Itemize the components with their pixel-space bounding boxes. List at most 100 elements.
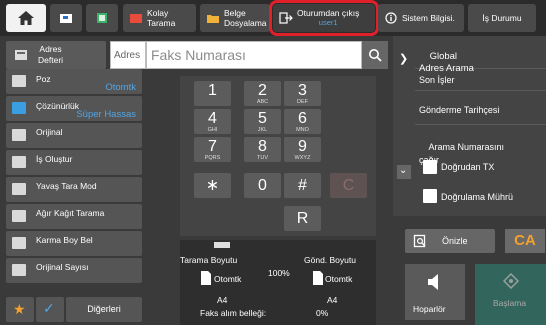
key-clear-label: C [342, 177, 355, 194]
search-button[interactable] [362, 41, 388, 69]
key-5[interactable]: 5 JKL [244, 109, 281, 134]
fax-number-input[interactable]: Faks Numarası [146, 41, 362, 69]
key-4-label: 4 [208, 110, 217, 127]
logout-label: Oturumdan çıkış [297, 8, 360, 18]
key-7-letters: PQRS [204, 155, 221, 161]
orijinal-label: Orijinal [36, 127, 63, 137]
key-7-label: 7 [208, 138, 217, 155]
is-durumu-button[interactable]: İş Durumu [468, 4, 536, 32]
star-icon: ★ [13, 301, 26, 317]
poz-button[interactable]: Poz Otomtk [6, 69, 142, 94]
gonderme-tarihcesi-label: Gönderme Tarihçesi [419, 105, 500, 115]
digerleri-label: Diğerleri [87, 304, 121, 314]
key-7[interactable]: 7 PQRS [194, 137, 231, 162]
info-icon [385, 12, 397, 24]
scan-mode-button[interactable] [86, 4, 118, 32]
home-button[interactable] [6, 4, 46, 32]
dogrulama-muhru-checkbox[interactable] [423, 189, 437, 203]
key-hash-label: # [298, 177, 307, 194]
adres-defteri-label: Adres Defteri [38, 44, 64, 65]
key-star-label: ∗ [205, 177, 220, 194]
dogrudan-tx-checkbox[interactable] [423, 160, 437, 174]
home-icon [18, 11, 34, 25]
logout-button[interactable]: Oturumdan çıkış user1 [269, 0, 379, 36]
karma-boy-button[interactable]: Karma Boy Bel [6, 231, 142, 256]
address-book-icon [15, 50, 27, 60]
key-8[interactable]: 8 TUV [244, 137, 281, 162]
favorites-button[interactable]: ★ [6, 297, 34, 322]
is-olustur-button[interactable]: İş Oluştur [6, 150, 142, 175]
orijinal-sayisi-icon [12, 264, 26, 276]
key-9[interactable]: 9 WXYZ [284, 137, 321, 162]
global-adres-arama[interactable]: Global Adres Arama [415, 36, 546, 74]
dogrudan-tx-label: Doğrudan TX [441, 162, 495, 172]
arama-numarasi-cagir[interactable]: Arama Numarasını çağır [415, 125, 546, 165]
son-isler[interactable]: Son İşler [415, 69, 546, 91]
gond-boyutu-label: Gönd. Boyutu [304, 255, 356, 265]
key-9-label: 9 [298, 138, 307, 155]
right-panel: ❯ Global Adres Arama Son İşler Gönderme … [393, 36, 546, 216]
key-4[interactable]: 4 GHI [194, 109, 231, 134]
key-3-letters: DEF [297, 99, 308, 105]
folder-icon [207, 15, 219, 23]
poz-value: Otomtk [105, 82, 136, 93]
hoparlor-button[interactable]: Hoparlör [405, 264, 465, 320]
adres-defteri-button[interactable]: Adres Defteri [6, 41, 106, 69]
page-icon [313, 271, 323, 285]
poz-icon [12, 75, 26, 87]
yavas-tara-icon [12, 183, 26, 195]
belge-dosyalama-button[interactable]: Belge Dosyalama [200, 4, 270, 32]
karma-boy-label: Karma Boy Bel [36, 235, 93, 245]
fax-icon [60, 14, 72, 23]
orijinal-button[interactable]: Orijinal [6, 123, 142, 148]
digerleri-button[interactable]: Diğerleri [66, 297, 142, 322]
poz-label: Poz [36, 74, 51, 84]
check-button[interactable]: ✓ [36, 297, 64, 322]
logout-icon [279, 12, 293, 24]
key-6[interactable]: 6 MNO [284, 109, 321, 134]
baslama-button[interactable]: Başlama [475, 264, 546, 325]
sistem-bilgisi-label: Sistem Bilgisi. [402, 13, 455, 23]
key-star[interactable]: ∗ [194, 173, 231, 198]
orijinal-sayisi-button[interactable]: Orijinal Sayısı [6, 258, 142, 283]
key-1[interactable]: 1 [194, 81, 231, 106]
tarama-boyutu-label: Tarama Boyutu [180, 255, 238, 265]
ca-button[interactable]: CA [505, 229, 545, 253]
key-clear[interactable]: C [330, 173, 367, 198]
resolution-icon [12, 102, 26, 114]
gonderme-tarihcesi[interactable]: Gönderme Tarihçesi [415, 91, 546, 125]
kolay-tarama-button[interactable]: Kolay Tarama [123, 4, 196, 32]
fax-memory-value: 0% [316, 308, 329, 318]
agir-kagit-icon [12, 210, 26, 222]
key-3[interactable]: 3 DEF [284, 81, 321, 106]
top-bar: Kolay Tarama Belge Dosyalama Oturumdan ç… [0, 0, 546, 36]
collapse-button[interactable]: ⌄ [397, 165, 411, 179]
yavas-tara-button[interactable]: Yavaş Tara Mod [6, 177, 142, 202]
start-icon [503, 273, 519, 289]
key-8-label: 8 [258, 138, 267, 155]
agir-kagit-button[interactable]: Ağır Kağıt Tarama [6, 204, 142, 229]
key-hash[interactable]: # [284, 173, 321, 198]
son-isler-label: Son İşler [419, 75, 455, 85]
ca-label: CA [514, 232, 536, 249]
onizle-button[interactable]: Önizle [405, 229, 495, 253]
sistem-bilgisi-button[interactable]: Sistem Bilgisi. [378, 4, 464, 32]
speaker-icon [428, 274, 438, 290]
hoparlor-label: Hoparlör [413, 304, 446, 314]
belge-dosyalama-label: Belge Dosyalama [224, 8, 267, 28]
agir-kagit-label: Ağır Kağıt Tarama [36, 208, 105, 218]
key-8-letters: TUV [257, 155, 268, 161]
is-olustur-icon [12, 156, 26, 168]
send-paper-size: A4 [327, 295, 338, 305]
adres-label: Adres [110, 41, 146, 69]
cozunurluk-value: Süper Hassas [76, 109, 136, 120]
key-5-label: 5 [258, 110, 267, 127]
search-icon [369, 49, 382, 62]
fax-mode-button[interactable] [50, 4, 82, 32]
cozunurluk-button[interactable]: Çözünürlük Süper Hassas [6, 96, 142, 121]
key-2[interactable]: 2 ABC [244, 81, 281, 106]
key-0[interactable]: 0 [244, 173, 281, 198]
key-r[interactable]: R [284, 206, 321, 231]
chevron-right-icon[interactable]: ❯ [399, 52, 408, 65]
fax-memory-label: Faks alım belleği: [200, 308, 267, 318]
